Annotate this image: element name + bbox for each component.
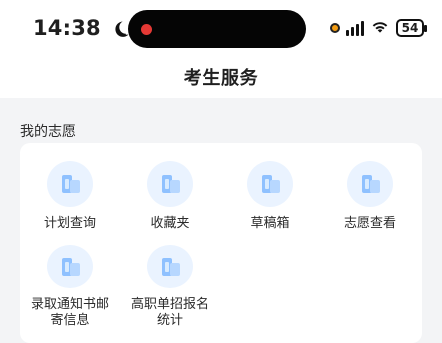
vocational-enrollment-stats-icon <box>147 245 193 288</box>
section-title: 我的志愿 <box>20 124 76 140</box>
admission-letter-mailing-icon <box>47 245 93 288</box>
tile-admission-letter-mailing[interactable]: 录取通知书邮 寄信息 <box>20 245 120 329</box>
tile-label: 高职单招报名 统计 <box>130 297 209 328</box>
tile-label: 志愿查看 <box>343 216 396 231</box>
status-time: 14:38 <box>33 16 131 40</box>
cellular-signal-icon <box>346 20 364 36</box>
plan-query-icon <box>47 161 93 207</box>
services-grid: 计划查询 收藏夹 草稿箱 志愿查看 录取通知书邮 寄信息 高职单招报名 统计 <box>20 161 422 329</box>
recording-indicator <box>141 24 152 35</box>
favorites-icon <box>147 161 193 207</box>
top-area: 14:38 54 考生服务 <box>0 0 442 98</box>
view-applications-icon <box>347 161 393 207</box>
tile-label: 录取通知书邮 寄信息 <box>30 297 109 328</box>
status-time-text: 14:38 <box>33 16 101 40</box>
camera-indicator-icon <box>330 23 340 33</box>
wifi-icon <box>370 18 390 38</box>
tile-favorites[interactable]: 收藏夹 <box>120 161 220 245</box>
tile-vocational-enrollment-stats[interactable]: 高职单招报名 统计 <box>120 245 220 329</box>
page-title: 考生服务 <box>183 68 259 89</box>
services-card: 计划查询 收藏夹 草稿箱 志愿查看 录取通知书邮 寄信息 高职单招报名 统计 <box>20 143 422 343</box>
tile-label: 计划查询 <box>43 216 96 231</box>
tile-plan-query[interactable]: 计划查询 <box>20 161 120 245</box>
status-right: 54 <box>330 16 427 40</box>
tile-label: 收藏夹 <box>150 216 190 231</box>
tile-drafts[interactable]: 草稿箱 <box>220 161 320 245</box>
battery-level: 54 <box>401 21 419 35</box>
tile-view-applications[interactable]: 志愿查看 <box>320 161 420 245</box>
drafts-icon <box>247 161 293 207</box>
tile-label: 草稿箱 <box>250 216 290 231</box>
dynamic-island <box>128 10 306 48</box>
battery-indicator: 54 <box>396 19 427 37</box>
